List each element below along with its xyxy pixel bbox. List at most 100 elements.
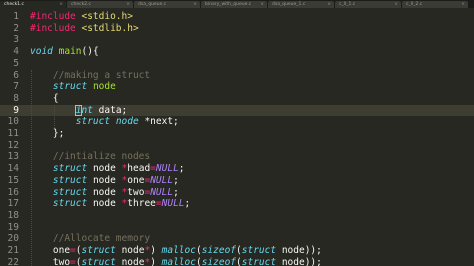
tab-close-icon[interactable]: × [461, 1, 465, 8]
code-token: node [87, 198, 122, 210]
line-number: 5 [13, 57, 19, 69]
tab-close-icon[interactable]: × [394, 1, 398, 8]
code-line[interactable]: void main(){ [30, 46, 99, 58]
code-line[interactable]: struct node *one=NULL; [30, 175, 179, 187]
code-token: one [30, 245, 71, 256]
tab-6[interactable]: c_ll_1.c × [335, 1, 401, 8]
code-line[interactable]: { [30, 93, 59, 105]
code-token: struct [52, 163, 88, 175]
code-token: struct [241, 256, 277, 266]
line-number: 14 [7, 163, 19, 175]
code-token: node)); [276, 245, 322, 256]
code-token: node)); [276, 256, 322, 266]
code-token: struct [52, 174, 88, 186]
code-line[interactable]: struct node *head=NULL; [30, 163, 185, 175]
code-token: data; [92, 104, 128, 116]
code-token: #include [30, 11, 82, 22]
code-token: ; [184, 198, 191, 210]
code-token: node [87, 163, 122, 175]
code-area[interactable]: #include <stdio.h> #include <stdlib.h> voi… [30, 8, 474, 266]
code-token: struct [52, 81, 88, 93]
indent-guide [53, 104, 55, 128]
code-token: struct [75, 116, 111, 128]
tab-close-icon[interactable]: × [193, 1, 197, 8]
line-number: 2 [13, 22, 19, 34]
code-token: NULL [150, 186, 174, 198]
line-number: 4 [13, 46, 19, 58]
tab-close-icon[interactable]: × [327, 1, 331, 8]
code-line[interactable]: two=(struct node*) malloc(sizeof(struct … [30, 257, 322, 266]
code-editor-window: check1.c × check2.c × dsa_queue.c × binary_wit… [0, 0, 474, 266]
code-token: //Allocate memory [52, 233, 151, 245]
code-line[interactable]: //making a struct [30, 70, 150, 82]
line-number: 1 [13, 11, 19, 22]
tab-5[interactable]: dsa_queue_1.c × [268, 1, 334, 8]
tab-label: c_ll_2.c [406, 2, 423, 7]
code-token: (){ [81, 46, 99, 58]
tab-close-icon[interactable]: × [126, 1, 130, 8]
code-token: NULL [150, 174, 174, 186]
code-token: NULL [155, 163, 179, 175]
tab-close-icon[interactable]: × [260, 1, 264, 8]
tab-2[interactable]: check2.c × [67, 1, 133, 8]
code-line[interactable]: struct node [30, 81, 116, 93]
code-token: struct [241, 245, 277, 256]
code-token: three [127, 198, 156, 210]
line-number: 10 [7, 116, 19, 128]
tab-bar: check1.c × check2.c × dsa_queue.c × binary_wit… [0, 0, 474, 8]
code-token: struct [52, 198, 88, 210]
editor-pane[interactable]: 1 2 3 4 5 6 7 8 9 10 11 12 13 14 15 16 17 18 19 20 21 22 #inc… [0, 8, 474, 266]
tab-label: c_ll_1.c [339, 2, 356, 7]
line-number: 22 [7, 256, 19, 266]
line-number: 3 [13, 34, 19, 46]
code-line[interactable]: struct node *two=NULL; [30, 187, 179, 199]
code-line[interactable]: one=(struct node*) malloc(sizeof(struct … [30, 245, 322, 257]
code-token: head [127, 163, 151, 175]
code-line[interactable]: //Allocate memory [30, 233, 150, 245]
line-number-gutter: 1 2 3 4 5 6 7 8 9 10 11 12 13 14 15 16 17 18 19 20 21 22 [0, 8, 24, 266]
line-number: 6 [13, 69, 19, 81]
code-token: //making a struct [52, 69, 151, 81]
code-line[interactable]: #include <stdio.h> [30, 11, 133, 23]
tab-label: check2.c [71, 2, 91, 7]
code-token: node [87, 186, 122, 198]
line-number: 18 [7, 209, 19, 221]
code-token: void [30, 46, 53, 58]
indent-guide [31, 69, 32, 266]
code-line[interactable]: }; [30, 128, 64, 140]
code-token: node [115, 116, 139, 128]
code-token: ; [173, 186, 179, 198]
tab-3[interactable]: dsa_queue.c × [134, 1, 200, 8]
code-token: two [30, 256, 71, 266]
line-number: 17 [7, 198, 19, 210]
code-token: *next; [138, 116, 179, 128]
tab-label: dsa_queue.c [138, 2, 167, 7]
code-token: struct [52, 186, 88, 198]
tab-label: check1.c [4, 2, 24, 7]
line-number: 15 [7, 174, 19, 186]
line-number: 8 [13, 92, 19, 104]
code-token: node [92, 81, 116, 93]
tab-7[interactable]: c_ll_2.c × [402, 1, 468, 8]
tab-4[interactable]: binary_with_queue.c × [201, 1, 267, 8]
tab-close-icon[interactable]: × [59, 1, 63, 8]
code-token: <stdio.h> [81, 11, 133, 22]
code-line[interactable]: struct node *three=NULL; [30, 198, 190, 210]
code-token: #include [30, 22, 82, 34]
code-token: <stdlib.h> [81, 22, 139, 34]
line-number: 7 [13, 81, 19, 93]
code-token: two [127, 186, 145, 198]
code-line[interactable]: #include <stdlib.h> [30, 23, 139, 35]
tab-1[interactable]: check1.c × [0, 1, 66, 8]
code-line[interactable]: //intialize nodes [30, 151, 150, 163]
code-token: struct [81, 256, 116, 266]
code-token: one [127, 174, 145, 186]
code-line[interactable]: struct node *next; [30, 116, 179, 128]
